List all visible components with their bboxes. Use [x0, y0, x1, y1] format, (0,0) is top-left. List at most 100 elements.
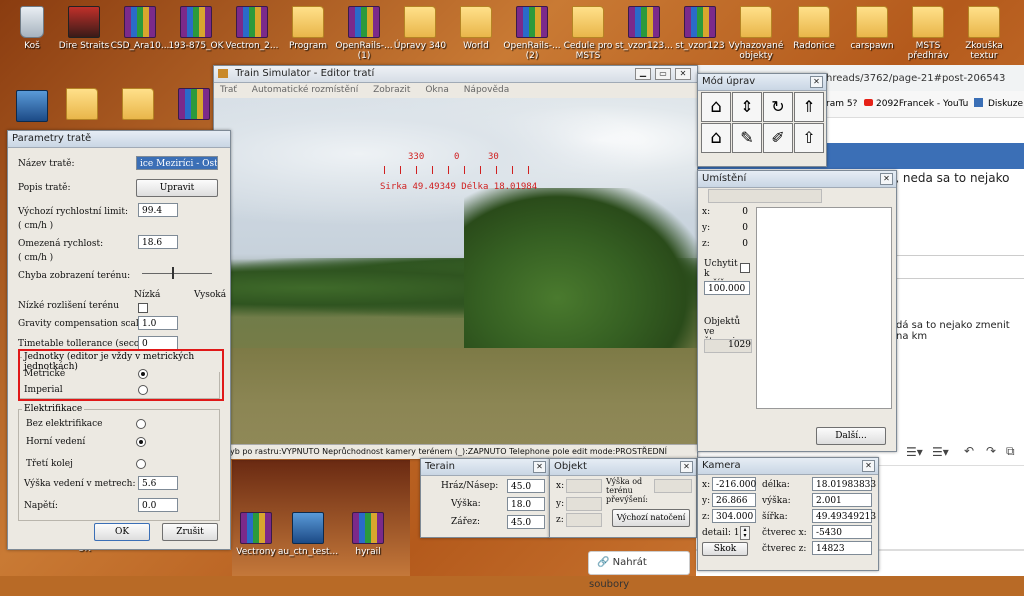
select-object-icon[interactable]: ⌂ — [701, 123, 731, 153]
close-icon[interactable]: ✕ — [880, 173, 893, 185]
cut-field[interactable]: 45.0 — [507, 515, 545, 529]
desktop-icon[interactable]: Program — [276, 6, 340, 51]
tile-x-field[interactable]: -5430 — [812, 525, 872, 539]
default-rotation-button[interactable]: Výchozí natočení — [612, 509, 690, 527]
menu-auto-placement[interactable]: Automatické rozmístění — [252, 85, 358, 95]
close-icon[interactable]: ✕ — [533, 461, 546, 473]
desktop-icon[interactable]: st_vzor123 — [668, 6, 732, 51]
house-icon[interactable]: ⌂ — [701, 92, 731, 122]
dam-label: Hráz/Násep: — [441, 481, 499, 491]
desktop-icon[interactable]: Dire Straits — [52, 6, 116, 51]
location-name-field — [708, 189, 822, 203]
default-speed-field[interactable]: 99.4 — [138, 203, 178, 217]
bookmark[interactable]: 2092Francek - YouTu — [876, 99, 968, 109]
desktop-icon[interactable]: CSD_Ara10... — [108, 6, 172, 51]
desktop-icon[interactable]: Vectron_2... — [220, 6, 284, 51]
third-rail-radio[interactable] — [136, 459, 146, 469]
camera-x-field[interactable]: -216.000 — [712, 477, 756, 491]
next-button[interactable]: Další... — [816, 427, 886, 445]
maximize-icon[interactable]: ▭ — [655, 68, 671, 80]
desktop-icon[interactable]: carspawn — [840, 6, 904, 51]
desktop-icon[interactable]: Zkouška textur — [952, 6, 1016, 61]
desktop-icon[interactable]: st_vzor123... — [612, 6, 676, 51]
edit-description-button[interactable]: Upravit — [136, 179, 218, 197]
tile-z-field[interactable]: 14823 — [812, 541, 872, 555]
menu-track[interactable]: Trať — [220, 85, 237, 95]
folder-icon — [460, 6, 492, 38]
camera-length-field[interactable]: 18.01983833 — [812, 477, 876, 491]
object-titlebar[interactable]: Objekt ✕ — [550, 459, 696, 476]
wire-height-field[interactable]: 5.6 — [138, 476, 178, 490]
redo-icon[interactable]: ↷ — [986, 444, 996, 458]
desktop-icon[interactable]: Cedule pro MSTS — [556, 6, 620, 61]
desktop-icon[interactable]: World — [444, 6, 508, 51]
desktop-icon[interactable]: Úpravy 340 — [388, 6, 452, 51]
close-icon[interactable]: ✕ — [675, 68, 691, 80]
terrain-brush-icon[interactable]: ✎ — [732, 123, 762, 153]
camera-y-field[interactable]: 26.866 — [712, 493, 756, 507]
close-icon[interactable]: ✕ — [862, 460, 875, 472]
desktop-icon[interactable]: OpenRails-... (1) — [332, 6, 396, 61]
terrain-height-field[interactable]: 18.0 — [507, 497, 545, 511]
desktop-icon[interactable]: Vyhazované objekty — [724, 6, 788, 61]
desktop-icon[interactable] — [50, 88, 114, 123]
desktop-icon[interactable]: MSTS předhráv — [896, 6, 960, 61]
rotate-icon[interactable]: ↻ — [763, 92, 793, 122]
camera-height-field[interactable]: 2.001 — [812, 493, 872, 507]
track-name-field[interactable]: ice Meziríci - Ostrava — [136, 156, 218, 170]
gravity-field[interactable]: 1.0 — [138, 316, 178, 330]
object-list[interactable] — [756, 207, 892, 409]
overhead-line-radio[interactable] — [136, 437, 146, 447]
copy-icon[interactable]: ⧉ — [1006, 444, 1015, 459]
camera-width-field[interactable]: 49.49349213 — [812, 509, 876, 523]
dam-field[interactable]: 45.0 — [507, 479, 545, 493]
camera-z-field[interactable]: 304.000 — [712, 509, 756, 523]
desktop-icon[interactable]: au_ctn_test... — [276, 512, 340, 557]
place-object-icon[interactable]: ⇧ — [794, 123, 824, 153]
menu-view[interactable]: Zobrazit — [373, 85, 410, 95]
terrain-error-slider[interactable] — [142, 273, 212, 274]
texture-brush-icon[interactable]: ✐ — [763, 123, 793, 153]
upload-files-button[interactable]: 🔗 Nahrát soubory — [588, 551, 690, 590]
close-icon[interactable]: ✕ — [810, 76, 823, 88]
no-electrification-radio[interactable] — [136, 419, 146, 429]
bookmark[interactable]: Diskuze — [988, 99, 1023, 109]
cancel-button[interactable]: Zrušit — [162, 523, 218, 541]
align-icon[interactable]: ☰▾ — [906, 445, 923, 459]
timetable-field[interactable]: 0 — [138, 336, 178, 350]
minimize-icon[interactable]: ▁ — [635, 68, 651, 80]
computer-icon — [16, 90, 48, 122]
mode-titlebar[interactable]: Mód úprav ✕ — [698, 74, 826, 91]
terrain-titlebar[interactable]: Terain ✕ — [421, 459, 549, 476]
menu-help[interactable]: Nápověda — [464, 85, 510, 95]
desktop-icon[interactable]: Radonice — [782, 6, 846, 51]
move-icon[interactable]: ⇕ — [732, 92, 762, 122]
snap-field[interactable]: 100.000 — [704, 281, 750, 295]
menu-windows[interactable]: Okna — [425, 85, 449, 95]
raise-icon[interactable]: ⇑ — [794, 92, 824, 122]
desktop-icon[interactable]: OpenRails-... (2) — [500, 6, 564, 61]
snap-checkbox[interactable] — [740, 263, 750, 273]
undo-icon[interactable]: ↶ — [964, 444, 974, 458]
3d-viewport[interactable]: 330 0 30 Sirka 49.49349 Délka 18.01984 — [214, 98, 697, 444]
folder-icon — [404, 6, 436, 38]
desktop-icon[interactable]: hyrail — [336, 512, 400, 557]
list-icon[interactable]: ☰▾ — [932, 445, 949, 459]
desktop-icon[interactable]: 193-875_OK — [164, 6, 228, 51]
jump-button[interactable]: Skok — [702, 542, 748, 556]
terrain-panel: Terain ✕ Hráz/Násep: 45.0 Výška: 18.0 Zář… — [420, 458, 550, 538]
low-res-terrain-checkbox[interactable] — [138, 303, 148, 313]
archive-icon — [352, 512, 384, 544]
ok-button[interactable]: OK — [94, 523, 150, 541]
voltage-field[interactable]: 0.0 — [138, 498, 178, 512]
slider-thumb[interactable] — [172, 267, 174, 279]
desktop-icon[interactable] — [106, 88, 170, 123]
dialog-titlebar[interactable]: Parametry tratě — [8, 131, 230, 148]
close-icon[interactable]: ✕ — [680, 461, 693, 473]
editor-titlebar[interactable]: Train Simulator - Editor tratí ▁ ▭ ✕ — [214, 66, 697, 83]
location-titlebar[interactable]: Umístění ✕ — [698, 171, 896, 188]
bookmark[interactable]: ram 5? — [826, 99, 857, 109]
restricted-speed-field[interactable]: 18.6 — [138, 235, 178, 249]
detail-spinner[interactable]: ▴ ▾ — [740, 526, 750, 540]
camera-titlebar[interactable]: Kamera ✕ — [698, 458, 878, 475]
